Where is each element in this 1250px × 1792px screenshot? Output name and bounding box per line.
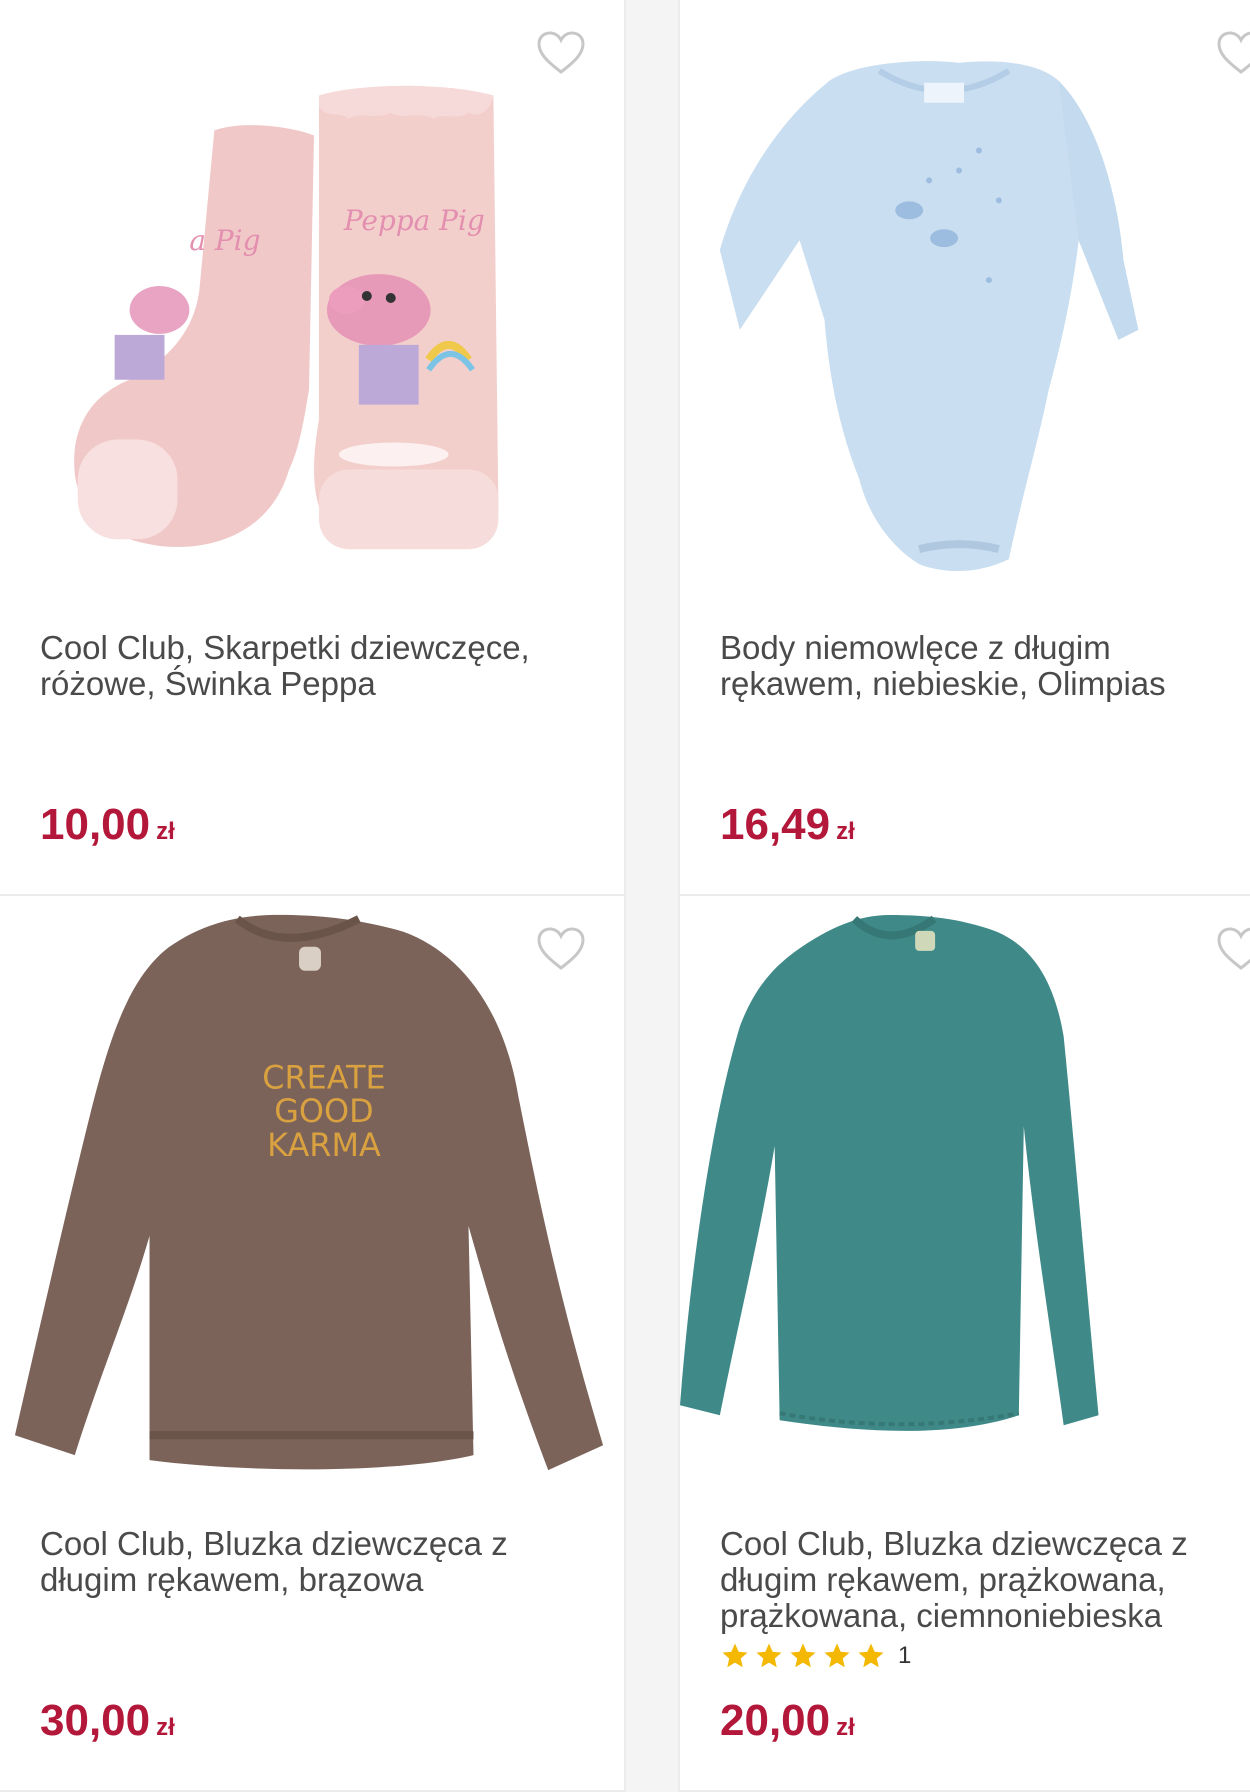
grid-gutter — [626, 0, 678, 1792]
product-price: 10,00 zł — [40, 800, 175, 857]
product-title[interactable]: Cool Club, Bluzka dziewczęca z długim rę… — [40, 1526, 580, 1598]
print-line: GOOD — [274, 1092, 373, 1130]
product-grid: Peppa Pig a Pig Cool Club, Skarpetki dzi… — [0, 0, 1250, 1792]
peppa-pig-print: Peppa Pig — [343, 204, 485, 237]
product-card[interactable]: Peppa Pig a Pig Cool Club, Skarpetki dzi… — [0, 0, 626, 896]
price-amount: 10,00 — [40, 800, 151, 849]
rating-count: 1 — [898, 1642, 912, 1669]
price-amount: 16,49 — [720, 800, 831, 849]
price-currency: zł — [836, 818, 855, 845]
heart-icon[interactable] — [536, 30, 586, 76]
product-card[interactable]: Cool Club, Bluzka dziewczęca z długim rę… — [678, 896, 1250, 1792]
star-icon — [756, 1643, 782, 1668]
pink-peppa-socks-image[interactable]: Peppa Pig a Pig — [0, 0, 624, 600]
price-currency: zł — [156, 818, 175, 845]
price-amount: 30,00 — [40, 1696, 151, 1745]
product-price: 16,49 zł — [720, 800, 855, 857]
product-title[interactable]: Cool Club, Bluzka dziewczęca z długim rę… — [720, 1526, 1240, 1634]
star-icon — [722, 1643, 748, 1668]
product-price: 30,00 zł — [40, 1696, 175, 1753]
product-card[interactable]: Body niemowlęce z długim rękawem, niebie… — [678, 0, 1250, 896]
heart-icon[interactable] — [1216, 30, 1250, 76]
price-currency: zł — [836, 1714, 855, 1741]
star-icon — [790, 1643, 816, 1668]
teal-ribbed-top-image[interactable] — [680, 896, 1250, 1496]
svg-text:a Pig: a Pig — [189, 224, 260, 257]
product-rating[interactable]: 1 — [720, 1638, 911, 1674]
heart-icon[interactable] — [1216, 926, 1250, 972]
product-title[interactable]: Body niemowlęce z długim rękawem, niebie… — [720, 630, 1240, 702]
product-title[interactable]: Cool Club, Skarpetki dziewczęce, różowe,… — [40, 630, 580, 702]
blue-baby-bodysuit-image[interactable] — [680, 0, 1250, 600]
brown-sweatshirt-image[interactable]: CREATE GOOD KARMA — [0, 896, 624, 1496]
price-currency: zł — [156, 1714, 175, 1741]
print-line: CREATE — [262, 1058, 385, 1096]
print-line: KARMA — [267, 1126, 381, 1164]
star-icon — [858, 1643, 884, 1668]
product-card[interactable]: CREATE GOOD KARMA Cool Club, Bluzka dzie… — [0, 896, 626, 1792]
product-price: 20,00 zł — [720, 1696, 855, 1753]
star-icon — [824, 1643, 850, 1668]
price-amount: 20,00 — [720, 1696, 831, 1745]
heart-icon[interactable] — [536, 926, 586, 972]
